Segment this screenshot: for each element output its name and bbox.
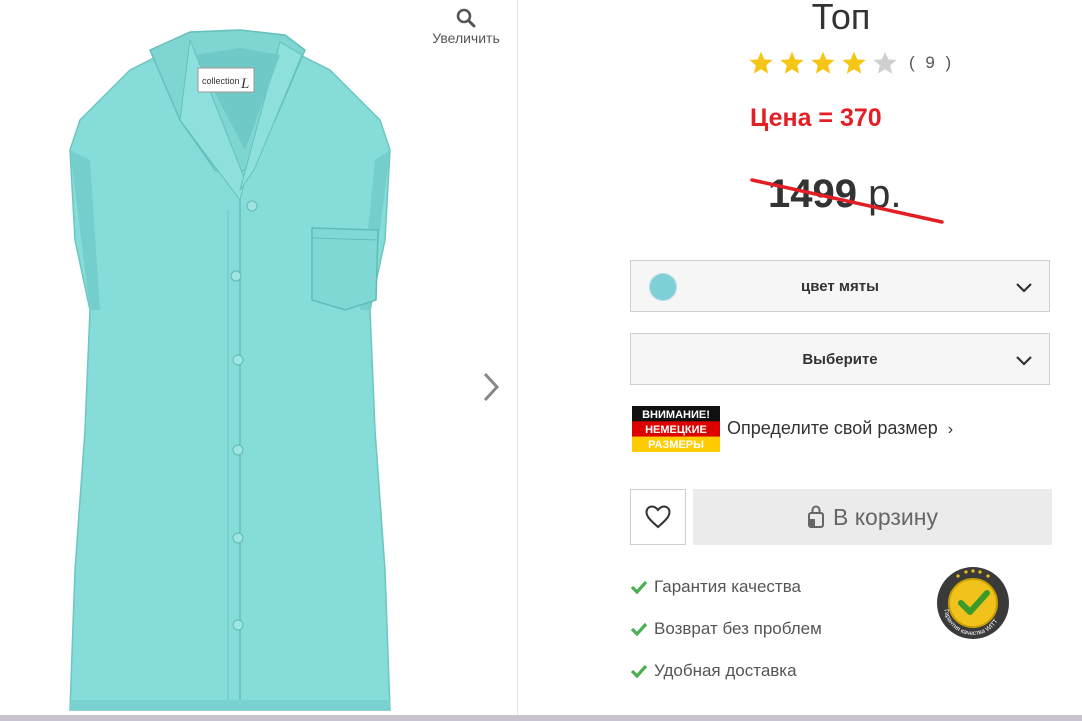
checkmark-icon <box>630 664 648 679</box>
next-image-arrow-icon[interactable] <box>478 370 504 404</box>
chevron-right-icon: › <box>947 421 954 438</box>
old-price-currency: р. <box>868 172 902 216</box>
color-select-value: цвет мяты <box>801 277 879 295</box>
add-to-cart-button[interactable]: В корзину <box>693 489 1052 545</box>
shopping-bag-icon <box>808 505 824 528</box>
svg-text:L: L <box>240 76 249 92</box>
checkmark-icon <box>630 580 648 595</box>
chevron-down-icon <box>1016 283 1032 293</box>
wishlist-button[interactable] <box>630 489 686 545</box>
star-filled-icon <box>842 51 866 74</box>
svg-text:collection: collection <box>202 76 240 86</box>
heart-icon <box>645 505 671 529</box>
product-gallery: collection L Увеличить <box>0 0 517 721</box>
benefit-item: Возврат без проблем <box>630 608 822 650</box>
star-filled-icon <box>811 51 835 74</box>
german-sizes-banner[interactable]: ВНИМАНИЕ! НЕМЕЦКИЕ РАЗМЕРЫ <box>632 406 720 452</box>
banner-line-1: ВНИМАНИЕ! <box>642 409 710 421</box>
zoom-button[interactable]: Увеличить <box>420 8 512 46</box>
size-select[interactable]: Выберите <box>630 333 1050 385</box>
size-guide-link[interactable]: Определите свой размер › <box>727 418 953 439</box>
benefit-text: Удобная доставка <box>654 661 797 680</box>
banner-line-3: РАЗМЕРЫ <box>648 439 704 451</box>
banner-line-2: НЕМЕЦКИЕ <box>645 424 707 436</box>
chevron-down-icon <box>1016 356 1032 366</box>
add-to-cart-label: В корзину <box>833 503 938 530</box>
magnifier-icon <box>456 8 476 28</box>
size-guide-text: Определите свой размер <box>727 418 938 438</box>
product-rating[interactable]: ( 9 ) <box>748 50 954 76</box>
zoom-label: Увеличить <box>432 30 500 46</box>
benefit-text: Гарантия качества <box>654 577 801 596</box>
old-price-amount: 1499 <box>768 172 857 216</box>
price-note: Цена = 370 <box>750 104 882 132</box>
product-title: Топ <box>811 0 871 37</box>
benefit-item: Удобная доставка <box>630 650 822 692</box>
page-bottom-strip <box>0 715 1082 721</box>
size-select-value: Выберите <box>802 350 878 368</box>
star-filled-icon <box>780 51 804 74</box>
color-select[interactable]: цвет мяты <box>630 260 1050 312</box>
checkmark-icon <box>630 622 648 637</box>
star-filled-icon <box>749 51 773 74</box>
rating-count[interactable]: ( 9 ) <box>909 53 954 73</box>
product-image[interactable]: collection L <box>40 10 420 715</box>
star-empty-icon <box>873 51 897 74</box>
old-price: 1499 р. <box>768 172 901 217</box>
benefits-list: Гарантия качества Возврат без проблем Уд… <box>630 566 822 692</box>
pane-divider <box>517 0 518 721</box>
benefit-item: Гарантия качества <box>630 566 822 608</box>
benefit-text: Возврат без проблем <box>654 619 822 638</box>
quality-seal-icon: Гарантия качества WITT <box>937 567 1009 639</box>
